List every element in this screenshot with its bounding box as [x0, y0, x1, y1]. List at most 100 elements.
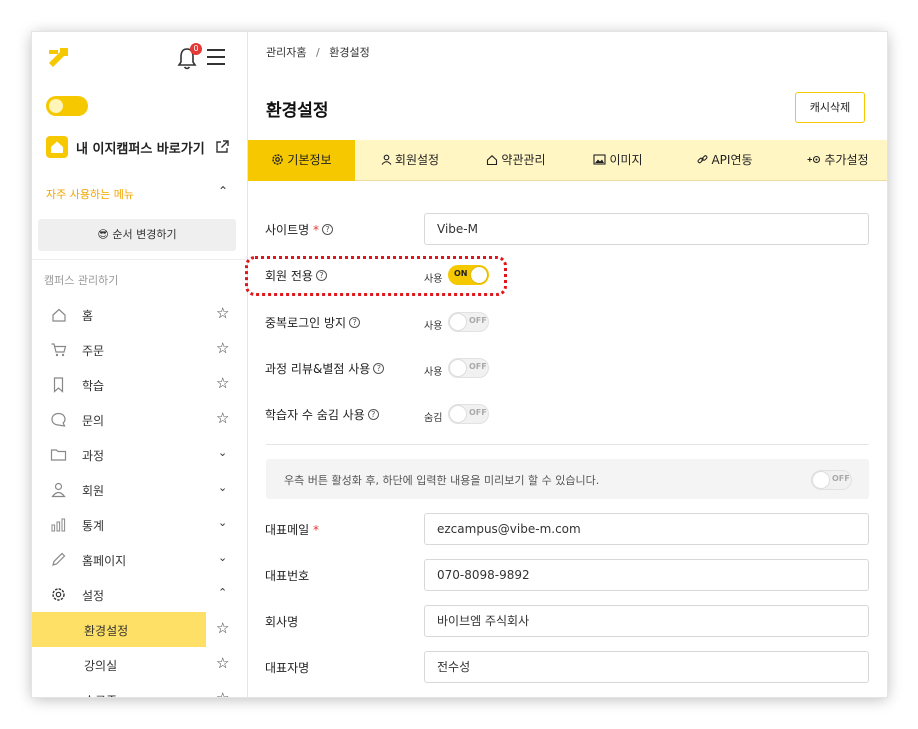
sidebar-item[interactable]: 강의실 ☆: [32, 647, 247, 682]
help-icon[interactable]: ?: [373, 363, 385, 374]
sidebar-item[interactable]: 홈페이지 ⌄: [32, 542, 247, 577]
sidebar-item[interactable]: 설정 ⌃: [32, 577, 247, 612]
toggle-state: OFF: [469, 316, 487, 325]
home-icon: [52, 308, 66, 322]
hide-learner-count-state: 숨김: [424, 413, 443, 424]
hide-learner-count-label: 학습자 수 숨김 사용?: [265, 406, 379, 423]
sidebar-item[interactable]: 홈 ☆: [32, 297, 247, 332]
hide-learner-count-toggle[interactable]: OFF: [448, 404, 489, 424]
user-icon: [51, 482, 66, 498]
sidebar-item[interactable]: 회원 ⌄: [32, 472, 247, 507]
company-input[interactable]: 바이브엠 주식회사: [424, 605, 869, 637]
sun-icon: [49, 99, 63, 113]
tab-images[interactable]: 이미지: [573, 140, 663, 181]
highlight-annotation: [245, 256, 507, 296]
tab-api[interactable]: API연동: [680, 140, 770, 181]
tab-label: 추가설정: [824, 153, 869, 167]
sidebar-item[interactable]: 환경설정 ☆: [32, 612, 247, 647]
sidebar-item[interactable]: 과정 ⌄: [32, 437, 247, 472]
breadcrumb-home[interactable]: 관리자홈: [266, 46, 306, 59]
sidebar: 0 내 이지캠퍼스 바로가기 자주 사용하는 메뉴 ⌃ 😎 순서 변경하기 캠퍼…: [32, 32, 248, 697]
chevron-down-icon[interactable]: ⌄: [218, 446, 227, 459]
plus-settings-icon: [807, 155, 821, 164]
breadcrumb: 관리자홈 / 환경설정: [266, 44, 370, 60]
tab-label: 이미지: [609, 153, 643, 167]
help-icon[interactable]: ?: [349, 317, 361, 328]
sidebar-item-label: 강의실: [84, 659, 118, 673]
duplicate-login-state: 사용: [424, 321, 443, 332]
sidebar-item-label: 홈: [82, 309, 94, 323]
chat-icon: [51, 412, 66, 427]
notification-badge: 0: [190, 43, 202, 55]
tab-label: 회원설정: [394, 153, 440, 167]
page-title: 환경설정: [266, 101, 329, 121]
ceo-input[interactable]: 전수성: [424, 651, 869, 683]
sidebar-item-label: 통계: [82, 519, 105, 533]
star-icon[interactable]: ☆: [216, 304, 229, 322]
link-icon: [698, 155, 708, 164]
star-icon[interactable]: ☆: [216, 339, 229, 357]
sidebar-item-label: 학습: [82, 379, 105, 393]
site-name-label: 사이트명 *?: [265, 221, 333, 238]
star-icon[interactable]: ☆: [216, 374, 229, 392]
star-icon[interactable]: ☆: [216, 409, 229, 427]
toggle-state: OFF: [832, 474, 850, 483]
chart-icon: [51, 518, 66, 532]
sidebar-item[interactable]: 통계 ⌄: [32, 507, 247, 542]
course-review-toggle[interactable]: OFF: [448, 358, 489, 378]
chevron-down-icon[interactable]: ⌄: [218, 481, 227, 494]
breadcrumb-current: 환경설정: [329, 46, 370, 59]
hamburger-menu-icon[interactable]: [207, 49, 225, 65]
course-review-state: 사용: [424, 367, 443, 378]
preview-toggle[interactable]: OFF: [811, 470, 852, 490]
home-icon: [487, 154, 498, 165]
external-link-icon[interactable]: [214, 139, 230, 155]
home-icon: [46, 136, 68, 158]
star-icon[interactable]: ☆: [216, 689, 229, 697]
user-icon: [381, 154, 392, 165]
site-name-input[interactable]: Vibe-M: [424, 213, 869, 245]
cart-icon: [51, 343, 67, 357]
tab-additional[interactable]: 추가설정: [788, 140, 887, 181]
favorites-section-title: 자주 사용하는 메뉴: [46, 188, 134, 201]
phone-label: 대표번호: [265, 569, 310, 583]
reorder-button[interactable]: 😎 순서 변경하기: [38, 219, 236, 251]
sidebar-item[interactable]: 수료증 ☆: [32, 682, 247, 697]
sidebar-item-label: 회원: [82, 484, 105, 498]
tab-label: 약관관리: [501, 153, 546, 167]
theme-toggle[interactable]: [46, 96, 88, 116]
email-label: 대표메일 *: [265, 523, 319, 537]
chevron-down-icon[interactable]: ⌄: [218, 516, 227, 529]
duplicate-login-toggle[interactable]: OFF: [448, 312, 489, 332]
logo-icon[interactable]: [46, 44, 72, 70]
tab-member-settings[interactable]: 회원설정: [360, 140, 460, 181]
sidebar-item[interactable]: 주문 ☆: [32, 332, 247, 367]
divider: [32, 259, 247, 260]
ceo-label: 대표자명: [265, 661, 310, 675]
help-icon[interactable]: ?: [322, 224, 333, 235]
help-icon[interactable]: ?: [367, 409, 379, 420]
phone-input[interactable]: 070-8098-9892: [424, 559, 869, 591]
chevron-up-icon[interactable]: ⌃: [218, 184, 228, 198]
chevron-up-icon[interactable]: ⌃: [218, 586, 227, 599]
tab-basic-info[interactable]: 기본정보: [248, 140, 355, 181]
email-input[interactable]: ezcampus@vibe-m.com: [424, 513, 869, 545]
star-icon[interactable]: ☆: [216, 619, 229, 637]
clear-cache-button[interactable]: 캐시삭제: [795, 92, 865, 123]
sidebar-item-label: 홈페이지: [82, 554, 127, 568]
sidebar-item-label: 수료증: [84, 692, 117, 697]
chevron-down-icon[interactable]: ⌄: [218, 551, 227, 564]
sidebar-item-label: 문의: [82, 414, 105, 428]
course-review-label: 과정 리뷰&별점 사용?: [265, 360, 385, 377]
sidebar-item[interactable]: 문의 ☆: [32, 402, 247, 437]
company-label: 회사명: [265, 615, 299, 629]
tab-label: 기본정보: [287, 153, 332, 167]
campus-shortcut-link[interactable]: 내 이지캠퍼스 바로가기: [46, 134, 232, 160]
sidebar-item[interactable]: 학습 ☆: [32, 367, 247, 402]
divider: [266, 444, 869, 445]
image-icon: [593, 154, 606, 165]
star-icon[interactable]: ☆: [216, 654, 229, 672]
app-window: 0 내 이지캠퍼스 바로가기 자주 사용하는 메뉴 ⌃ 😎 순서 변경하기 캠퍼…: [32, 32, 887, 697]
tab-terms[interactable]: 약관관리: [466, 140, 566, 181]
bookmark-icon: [53, 377, 64, 393]
